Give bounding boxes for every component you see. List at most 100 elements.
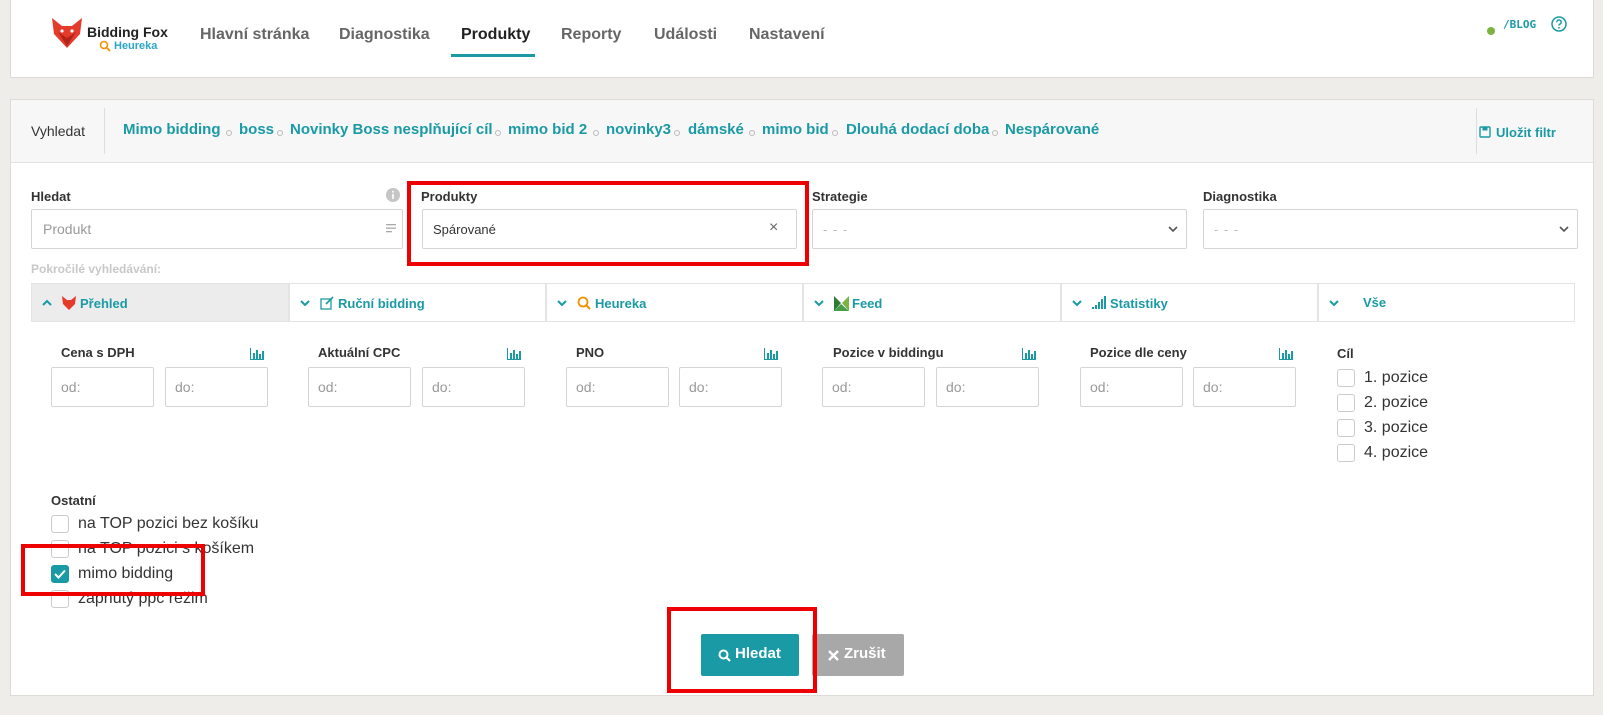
clear-selection-icon[interactable]: × [769, 219, 778, 237]
nav-diagnostika[interactable]: Diagnostika [339, 26, 430, 44]
info-icon[interactable] [386, 188, 400, 202]
tab-prehled[interactable]: Přehled [31, 283, 289, 322]
top-s-kosikem-checkbox[interactable] [51, 540, 69, 558]
saved-filter-mimo-bidding[interactable]: Mimo bidding [123, 121, 220, 138]
nav-udalosti[interactable]: Události [654, 26, 717, 44]
separator-dot [674, 130, 680, 136]
cil-4-pozice-checkbox[interactable] [1337, 444, 1355, 462]
bar-chart-icon[interactable] [1279, 348, 1293, 360]
pozice-dle-ceny-from-input[interactable]: od: [1080, 367, 1183, 407]
search-button-label: Hledat [735, 645, 781, 662]
cil-label: Cíl [1337, 346, 1354, 361]
search-button[interactable]: Hledat [701, 634, 799, 676]
help-icon[interactable] [1551, 16, 1567, 32]
to-placeholder: do: [175, 379, 195, 395]
bar-chart-icon[interactable] [1022, 348, 1036, 360]
saved-filter-novinky3[interactable]: novinky3 [606, 121, 671, 138]
produkty-value: Spárované [433, 222, 496, 237]
ostatni-option-label: na TOP pozici s košíkem [78, 540, 255, 557]
top-bez-kosiku-checkbox[interactable] [51, 515, 69, 533]
product-search-input[interactable]: Produkt [31, 209, 403, 249]
separator-dot [277, 130, 283, 136]
check-icon [54, 569, 66, 579]
signal-bars-icon [1092, 296, 1106, 309]
pno-from-input[interactable]: od: [566, 367, 669, 407]
to-placeholder: do: [946, 379, 966, 395]
cil-2-pozice-checkbox[interactable] [1337, 394, 1355, 412]
cancel-button-label: Zrušit [844, 645, 886, 662]
separator-dot [495, 130, 501, 136]
saved-filter-novinky-boss[interactable]: Novinky Boss nesplňující cíl [290, 121, 493, 138]
pozice-dle-ceny-label: Pozice dle ceny [1090, 345, 1187, 360]
blog-link[interactable]: /BLOG [1503, 18, 1536, 31]
separator-dot [593, 130, 599, 136]
tab-vse-label: Vše [1363, 295, 1387, 310]
aktualni-cpc-to-input[interactable]: do: [422, 367, 525, 407]
pno-label: PNO [576, 345, 605, 360]
saved-filter-damske[interactable]: dámské [688, 121, 744, 138]
tab-feed-label: Feed [852, 296, 883, 311]
chevron-down-icon [1329, 300, 1339, 307]
chevron-down-icon [1072, 300, 1082, 307]
cil-3-pozice-checkbox[interactable] [1337, 419, 1355, 437]
pozice-v-biddingu-from-input[interactable]: od: [822, 367, 925, 407]
tab-heureka-label: Heureka [595, 296, 647, 311]
bar-chart-icon[interactable] [507, 348, 521, 360]
mimo-bidding-checkbox[interactable] [51, 565, 69, 583]
pno-to-input[interactable]: do: [679, 367, 782, 407]
bar-chart-icon[interactable] [250, 348, 264, 360]
pozice-v-biddingu-to-input[interactable]: do: [936, 367, 1039, 407]
pozice-v-biddingu-label: Pozice v biddingu [833, 345, 944, 360]
strategie-value: - - - [823, 222, 849, 237]
chevron-down-icon [1168, 226, 1178, 233]
active-tab-underline [451, 54, 535, 57]
from-placeholder: od: [318, 379, 338, 395]
pozice-dle-ceny-to-input[interactable]: do: [1193, 367, 1296, 407]
saved-filter-boss[interactable]: boss [239, 121, 274, 138]
tab-rucni-bidding-label: Ruční bidding [338, 296, 425, 311]
nav-nastaveni[interactable]: Nastavení [749, 26, 825, 44]
separator-dot [749, 130, 755, 136]
aktualni-cpc-from-input[interactable]: od: [308, 367, 411, 407]
nav-hlavni-stranka[interactable]: Hlavní stránka [200, 26, 309, 44]
cil-1-pozice-checkbox[interactable] [1337, 369, 1355, 387]
ostatni-option-label: zapnutý ppc režim [78, 590, 208, 607]
diagnostika-value: - - - [1214, 222, 1240, 237]
from-placeholder: od: [1090, 379, 1110, 395]
saved-filter-mimo-bid-2[interactable]: mimo bid 2 [508, 121, 587, 138]
cena-s-dph-label: Cena s DPH [61, 345, 135, 360]
cancel-button[interactable]: Zrušit [812, 634, 904, 676]
strategie-select[interactable]: - - - [812, 209, 1187, 249]
to-placeholder: do: [1203, 379, 1223, 395]
cil-option-label: 2. pozice [1364, 394, 1429, 411]
produkty-select[interactable]: Spárované × [422, 209, 797, 249]
cena-s-dph-from-input[interactable]: od: [51, 367, 154, 407]
save-filter-button[interactable]: Uložit filtr [1496, 125, 1556, 140]
tab-rucni-bidding[interactable]: Ruční bidding [289, 283, 546, 322]
chevron-down-icon [1559, 226, 1569, 233]
saved-filter-nesparovane[interactable]: Nespárované [1005, 121, 1099, 138]
tab-heureka[interactable]: Heureka [546, 283, 803, 322]
chevron-up-icon [42, 299, 52, 306]
tab-statistiky[interactable]: Statistiky [1061, 283, 1318, 322]
saved-filter-dlouha-dodaci-doba[interactable]: Dlouhá dodací doba [846, 121, 989, 138]
fox-logo-icon[interactable] [50, 16, 84, 50]
divider [104, 108, 105, 154]
tab-prehled-label: Přehled [80, 296, 128, 311]
to-placeholder: do: [689, 379, 709, 395]
diagnostika-select[interactable]: - - - [1203, 209, 1578, 249]
separator-dot [992, 130, 998, 136]
tab-vse[interactable]: Vše [1318, 283, 1575, 322]
cena-s-dph-to-input[interactable]: do: [165, 367, 268, 407]
feed-icon [834, 296, 849, 311]
heureka-icon [577, 296, 591, 310]
tab-feed[interactable]: Feed [803, 283, 1061, 322]
ppc-rezim-checkbox[interactable] [51, 590, 69, 608]
brand-sub: Heureka [114, 40, 158, 52]
ostatni-option-label: mimo bidding [78, 565, 174, 582]
bar-chart-icon[interactable] [764, 348, 778, 360]
nav-produkty[interactable]: Produkty [461, 26, 530, 44]
nav-reporty[interactable]: Reporty [561, 26, 621, 44]
saved-filter-mimo-bid[interactable]: mimo bid [762, 121, 829, 138]
chevron-down-icon [300, 300, 310, 307]
